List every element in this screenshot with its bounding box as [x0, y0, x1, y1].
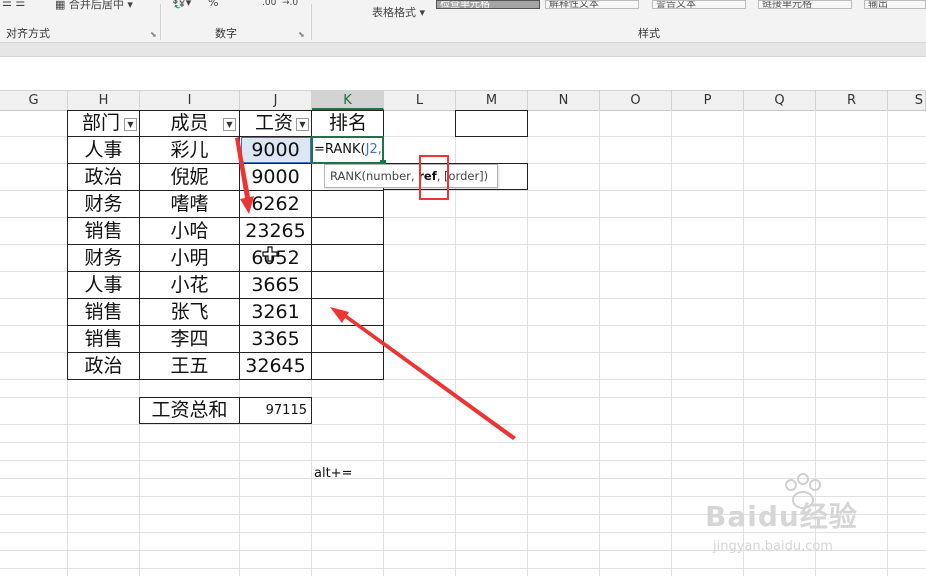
watermark-brand: Baidu经验 — [705, 500, 858, 533]
watermark-url: jingyan.baidu.com — [713, 539, 833, 554]
annotation-arrow-down — [235, 137, 254, 214]
annotation-arrow-diagonal — [330, 307, 516, 440]
